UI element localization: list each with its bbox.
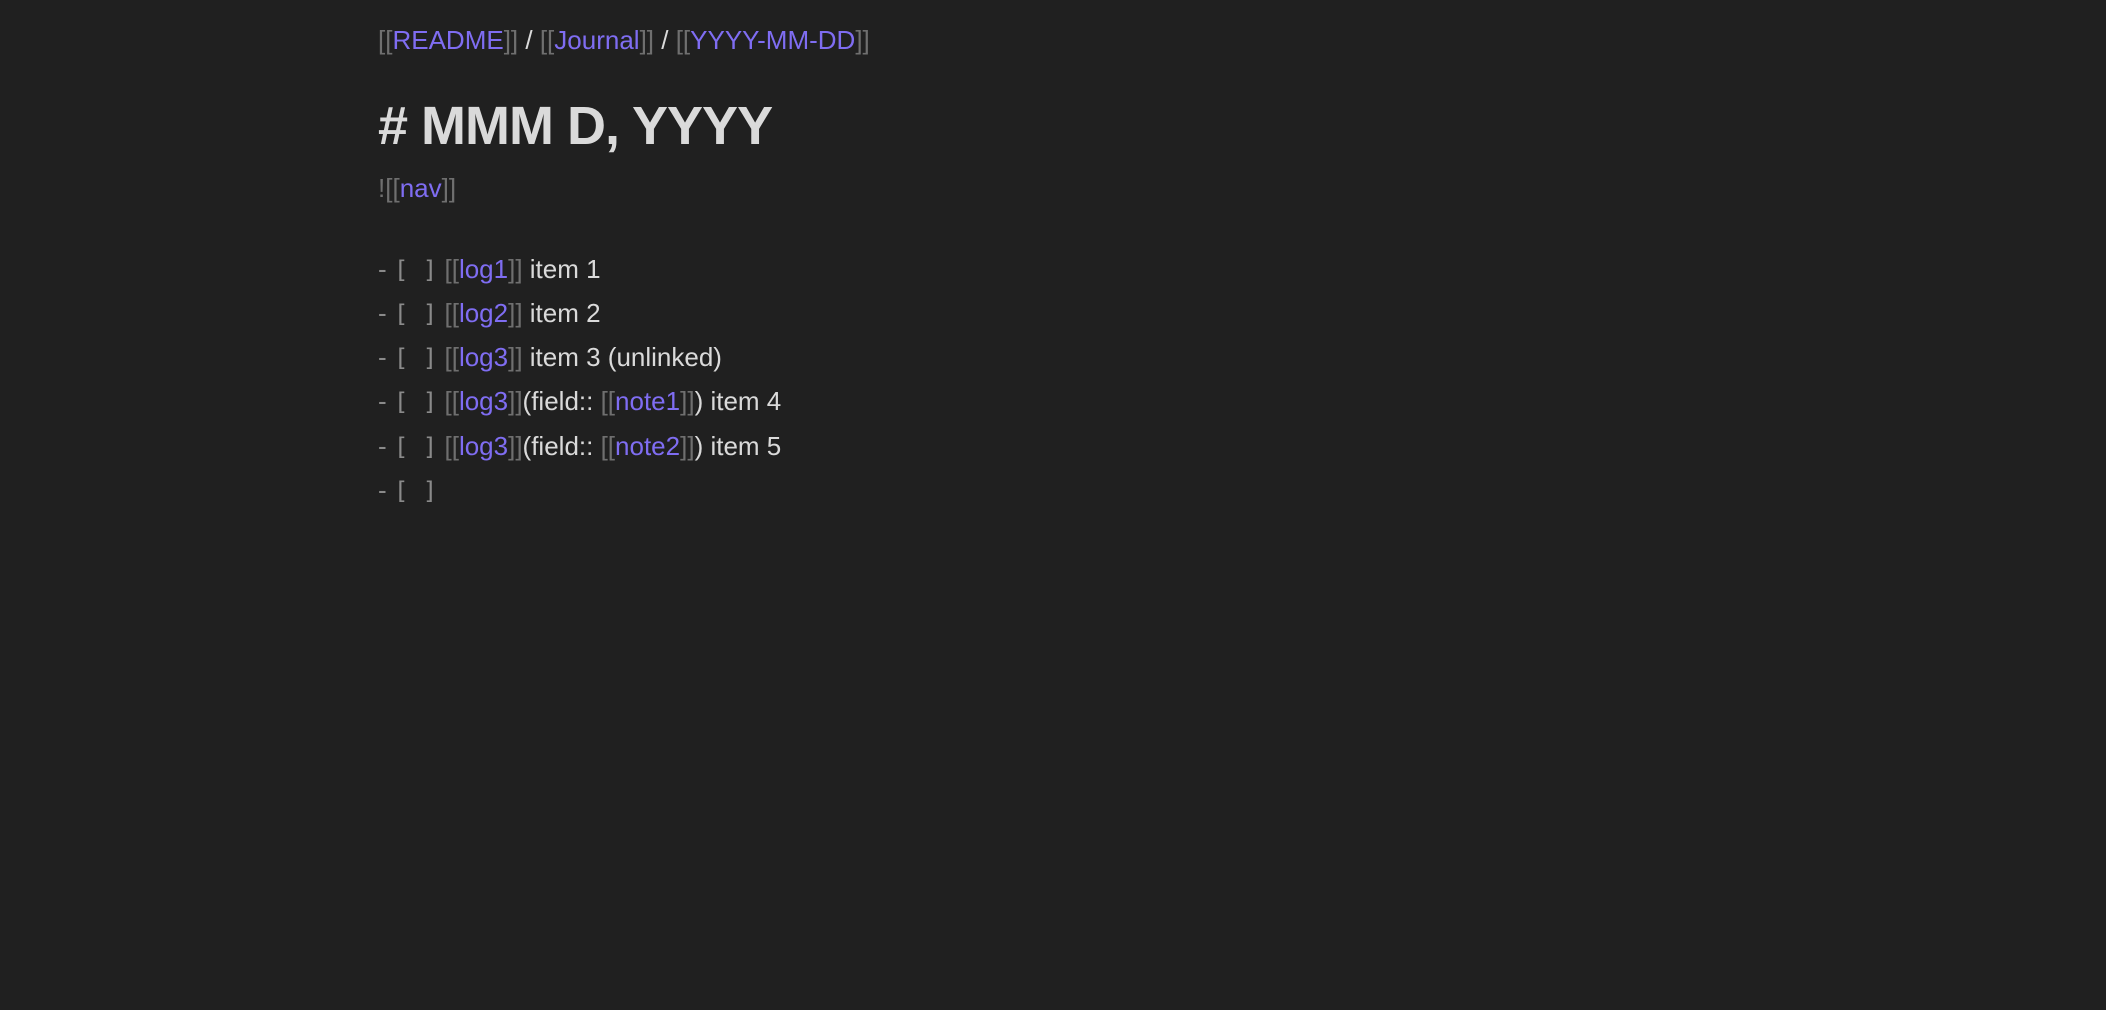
list-dash: - <box>378 298 394 328</box>
link-bracket-close: ]] <box>508 431 523 461</box>
link-bracket-open: [[ <box>444 298 459 328</box>
breadcrumb: [[README]] / [[Journal]] / [[YYYY-MM-DD]… <box>378 22 870 58</box>
task-checkbox[interactable]: [ ] <box>394 256 437 284</box>
embed-link-nav[interactable]: nav <box>400 173 442 203</box>
task-item-empty[interactable]: - [ ] <box>378 472 437 509</box>
link-bracket-open: [[ <box>378 25 393 55</box>
link-bracket-close: ]] <box>508 342 523 372</box>
list-dash: - <box>378 342 394 372</box>
link-bracket-open: [[ <box>444 254 459 284</box>
link-bracket-open: [[ <box>675 25 691 55</box>
breadcrumb-link-journal[interactable]: Journal <box>554 25 639 55</box>
breadcrumb-separator: / <box>518 25 540 55</box>
link-bracket-close: ]] <box>680 431 695 461</box>
task-checkbox[interactable]: [ ] <box>394 388 437 416</box>
task-link[interactable]: log3 <box>459 342 508 372</box>
task-text: item 4 <box>703 386 782 416</box>
field-link[interactable]: note1 <box>615 386 680 416</box>
link-bracket-open: [[ <box>600 386 616 416</box>
list-dash: - <box>378 475 394 505</box>
field-suffix: ) <box>694 386 704 416</box>
link-bracket-close: ]] <box>508 298 523 328</box>
link-bracket-close: ]] <box>680 386 695 416</box>
breadcrumb-link-readme[interactable]: README <box>392 25 503 55</box>
link-bracket-close: ]] <box>855 25 870 55</box>
list-dash: - <box>378 431 394 461</box>
task-link[interactable]: log1 <box>459 254 508 284</box>
list-dash: - <box>378 254 394 284</box>
link-bracket-open: [[ <box>444 431 459 461</box>
task-item: - [ ] [[log1]] item 1 <box>378 251 601 288</box>
link-bracket-close: ]] <box>639 25 655 55</box>
task-item: - [ ] [[log3]](field:: [[note1]]) item 4 <box>378 383 781 420</box>
link-bracket-open: [[ <box>444 386 459 416</box>
link-bracket-close: ]] <box>503 25 519 55</box>
link-bracket-open: [[ <box>385 173 400 203</box>
link-bracket-close: ]] <box>508 386 523 416</box>
breadcrumb-link-date[interactable]: YYYY-MM-DD <box>690 25 855 55</box>
task-link[interactable]: log2 <box>459 298 508 328</box>
task-link[interactable]: log3 <box>459 431 508 461</box>
field-suffix: ) <box>694 431 704 461</box>
link-bracket-open: [[ <box>600 431 616 461</box>
field-link[interactable]: note2 <box>615 431 680 461</box>
task-checkbox[interactable]: [ ] <box>394 344 437 372</box>
nav-embed: ![[nav]] <box>378 170 456 206</box>
task-item: - [ ] [[log2]] item 2 <box>378 295 601 332</box>
breadcrumb-separator: / <box>654 25 676 55</box>
task-text: item 3 (unlinked) <box>522 342 722 372</box>
task-checkbox[interactable]: [ ] <box>394 477 437 505</box>
task-item: - [ ] [[log3]] item 3 (unlinked) <box>378 339 722 376</box>
link-bracket-open: [[ <box>539 25 555 55</box>
task-text: item 1 <box>522 254 601 284</box>
page-heading: # MMM D, YYYY <box>378 96 773 156</box>
task-text: item 5 <box>703 431 782 461</box>
task-text: item 2 <box>522 298 601 328</box>
list-dash: - <box>378 386 394 416</box>
task-link[interactable]: log3 <box>459 386 508 416</box>
link-bracket-open: [[ <box>444 342 459 372</box>
task-item: - [ ] [[log3]](field:: [[note2]]) item 5 <box>378 428 781 465</box>
link-bracket-close: ]] <box>508 254 523 284</box>
task-checkbox[interactable]: [ ] <box>394 300 437 328</box>
link-bracket-close: ]] <box>441 173 457 203</box>
task-checkbox[interactable]: [ ] <box>394 433 437 461</box>
field-prefix: (field:: <box>522 386 601 416</box>
field-prefix: (field:: <box>522 431 601 461</box>
